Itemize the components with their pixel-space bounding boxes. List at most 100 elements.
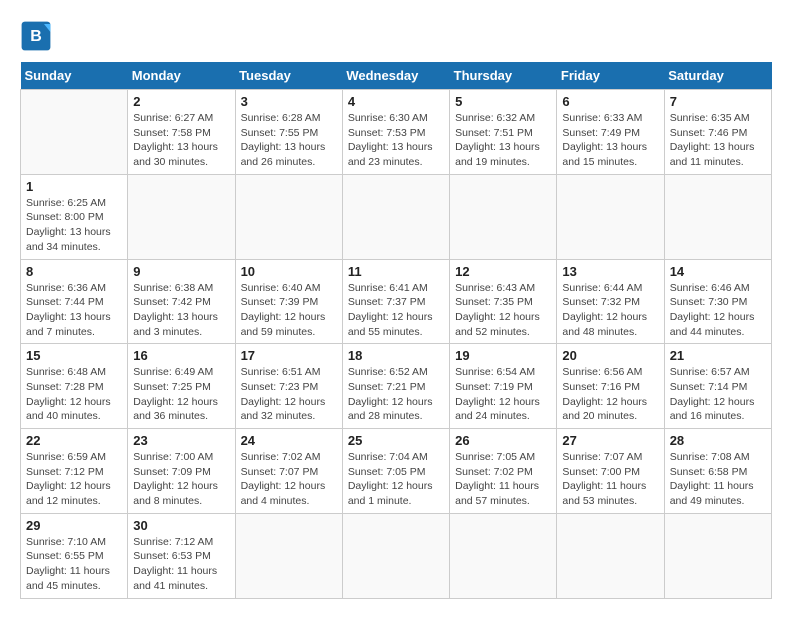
day-info: Sunrise: 6:51 AM Sunset: 7:23 PM Dayligh…: [241, 365, 337, 424]
calendar-cell: 13 Sunrise: 6:44 AM Sunset: 7:32 PM Dayli…: [557, 259, 664, 344]
day-info: Sunrise: 7:04 AM Sunset: 7:05 PM Dayligh…: [348, 450, 444, 509]
day-info: Sunrise: 6:59 AM Sunset: 7:12 PM Dayligh…: [26, 450, 122, 509]
day-info: Sunrise: 6:40 AM Sunset: 7:39 PM Dayligh…: [241, 281, 337, 340]
calendar-cell: 9Sunrise: 6:38 AM Sunset: 7:42 PM Daylig…: [128, 259, 235, 344]
day-number: 28: [670, 433, 766, 448]
day-number: 16: [133, 348, 229, 363]
day-info: Sunrise: 6:35 AM Sunset: 7:46 PM Dayligh…: [670, 111, 766, 170]
calendar-cell: [664, 513, 771, 598]
day-info: Sunrise: 6:57 AM Sunset: 7:14 PM Dayligh…: [670, 365, 766, 424]
calendar-cell: 10 Sunrise: 6:40 AM Sunset: 7:39 PM Dayli…: [235, 259, 342, 344]
calendar-cell: [664, 174, 771, 259]
calendar-cell: [450, 174, 557, 259]
calendar-cell: 23 Sunrise: 7:00 AM Sunset: 7:09 PM Dayli…: [128, 429, 235, 514]
day-number: 4: [348, 94, 444, 109]
calendar-cell: 4 Sunrise: 6:30 AM Sunset: 7:53 PM Daylig…: [342, 90, 449, 175]
calendar-cell: 14Sunrise: 6:46 AM Sunset: 7:30 PM Dayli…: [664, 259, 771, 344]
day-info: Sunrise: 6:52 AM Sunset: 7:21 PM Dayligh…: [348, 365, 444, 424]
day-number: 11: [348, 264, 444, 279]
day-number: 17: [241, 348, 337, 363]
weekday-header-wednesday: Wednesday: [342, 62, 449, 90]
day-number: 20: [562, 348, 658, 363]
calendar-cell: 5Sunrise: 6:32 AM Sunset: 7:51 PM Daylig…: [450, 90, 557, 175]
day-info: Sunrise: 6:49 AM Sunset: 7:25 PM Dayligh…: [133, 365, 229, 424]
day-number: 21: [670, 348, 766, 363]
day-info: Sunrise: 6:46 AM Sunset: 7:30 PM Dayligh…: [670, 281, 766, 340]
calendar-cell: 17 Sunrise: 6:51 AM Sunset: 7:23 PM Dayli…: [235, 344, 342, 429]
calendar-cell: 26Sunrise: 7:05 AM Sunset: 7:02 PM Dayli…: [450, 429, 557, 514]
calendar-body: 2Sunrise: 6:27 AM Sunset: 7:58 PM Daylig…: [21, 90, 772, 599]
weekday-header-friday: Friday: [557, 62, 664, 90]
day-info: Sunrise: 7:00 AM Sunset: 7:09 PM Dayligh…: [133, 450, 229, 509]
day-number: 30: [133, 518, 229, 533]
day-number: 23: [133, 433, 229, 448]
calendar-cell: 29 Sunrise: 7:10 AM Sunset: 6:55 PM Dayli…: [21, 513, 128, 598]
calendar-cell: 12Sunrise: 6:43 AM Sunset: 7:35 PM Dayli…: [450, 259, 557, 344]
day-info: Sunrise: 6:48 AM Sunset: 7:28 PM Dayligh…: [26, 365, 122, 424]
day-info: Sunrise: 7:12 AM Sunset: 6:53 PM Dayligh…: [133, 535, 229, 594]
day-info: Sunrise: 6:33 AM Sunset: 7:49 PM Dayligh…: [562, 111, 658, 170]
calendar-cell: 15 Sunrise: 6:48 AM Sunset: 7:28 PM Dayli…: [21, 344, 128, 429]
calendar-cell: [342, 174, 449, 259]
day-number: 3: [241, 94, 337, 109]
calendar-cell: 7 Sunrise: 6:35 AM Sunset: 7:46 PM Daylig…: [664, 90, 771, 175]
calendar-cell: [235, 174, 342, 259]
weekday-header-thursday: Thursday: [450, 62, 557, 90]
calendar-table: SundayMondayTuesdayWednesdayThursdayFrid…: [20, 62, 772, 599]
calendar-cell: 30 Sunrise: 7:12 AM Sunset: 6:53 PM Dayli…: [128, 513, 235, 598]
day-number: 24: [241, 433, 337, 448]
calendar-cell: 27 Sunrise: 7:07 AM Sunset: 7:00 PM Dayli…: [557, 429, 664, 514]
calendar-cell: [557, 174, 664, 259]
svg-text:B: B: [30, 28, 42, 45]
day-info: Sunrise: 6:56 AM Sunset: 7:16 PM Dayligh…: [562, 365, 658, 424]
calendar-cell: 21 Sunrise: 6:57 AM Sunset: 7:14 PM Dayli…: [664, 344, 771, 429]
day-number: 15: [26, 348, 122, 363]
calendar-cell: [21, 90, 128, 175]
calendar-cell: 8Sunrise: 6:36 AM Sunset: 7:44 PM Daylig…: [21, 259, 128, 344]
day-info: Sunrise: 7:08 AM Sunset: 6:58 PM Dayligh…: [670, 450, 766, 509]
day-info: Sunrise: 7:10 AM Sunset: 6:55 PM Dayligh…: [26, 535, 122, 594]
calendar-cell: 1Sunrise: 6:25 AM Sunset: 8:00 PM Daylig…: [21, 174, 128, 259]
calendar-week-5: 29 Sunrise: 7:10 AM Sunset: 6:55 PM Dayli…: [21, 513, 772, 598]
day-number: 27: [562, 433, 658, 448]
day-number: 7: [670, 94, 766, 109]
day-number: 19: [455, 348, 551, 363]
logo-icon: B: [20, 20, 52, 52]
day-number: 29: [26, 518, 122, 533]
calendar-cell: 3Sunrise: 6:28 AM Sunset: 7:55 PM Daylig…: [235, 90, 342, 175]
weekday-header-saturday: Saturday: [664, 62, 771, 90]
calendar-cell: 22 Sunrise: 6:59 AM Sunset: 7:12 PM Dayli…: [21, 429, 128, 514]
page-header: B: [20, 20, 772, 52]
calendar-cell: 20 Sunrise: 6:56 AM Sunset: 7:16 PM Dayli…: [557, 344, 664, 429]
day-number: 13: [562, 264, 658, 279]
day-info: Sunrise: 6:54 AM Sunset: 7:19 PM Dayligh…: [455, 365, 551, 424]
calendar-cell: 11Sunrise: 6:41 AM Sunset: 7:37 PM Dayli…: [342, 259, 449, 344]
calendar-cell: 19 Sunrise: 6:54 AM Sunset: 7:19 PM Dayli…: [450, 344, 557, 429]
calendar-week-3: 15 Sunrise: 6:48 AM Sunset: 7:28 PM Dayli…: [21, 344, 772, 429]
day-number: 26: [455, 433, 551, 448]
calendar-cell: 18Sunrise: 6:52 AM Sunset: 7:21 PM Dayli…: [342, 344, 449, 429]
calendar-cell: 6 Sunrise: 6:33 AM Sunset: 7:49 PM Daylig…: [557, 90, 664, 175]
calendar-week-0: 2Sunrise: 6:27 AM Sunset: 7:58 PM Daylig…: [21, 90, 772, 175]
day-info: Sunrise: 7:02 AM Sunset: 7:07 PM Dayligh…: [241, 450, 337, 509]
calendar-week-4: 22 Sunrise: 6:59 AM Sunset: 7:12 PM Dayli…: [21, 429, 772, 514]
calendar-cell: 16 Sunrise: 6:49 AM Sunset: 7:25 PM Dayli…: [128, 344, 235, 429]
calendar-cell: [342, 513, 449, 598]
calendar-cell: [557, 513, 664, 598]
weekday-header-monday: Monday: [128, 62, 235, 90]
calendar-week-2: 8Sunrise: 6:36 AM Sunset: 7:44 PM Daylig…: [21, 259, 772, 344]
calendar-cell: 25Sunrise: 7:04 AM Sunset: 7:05 PM Dayli…: [342, 429, 449, 514]
day-info: Sunrise: 6:44 AM Sunset: 7:32 PM Dayligh…: [562, 281, 658, 340]
day-number: 5: [455, 94, 551, 109]
day-number: 6: [562, 94, 658, 109]
day-info: Sunrise: 7:07 AM Sunset: 7:00 PM Dayligh…: [562, 450, 658, 509]
day-info: Sunrise: 6:30 AM Sunset: 7:53 PM Dayligh…: [348, 111, 444, 170]
day-number: 10: [241, 264, 337, 279]
day-info: Sunrise: 6:36 AM Sunset: 7:44 PM Dayligh…: [26, 281, 122, 340]
calendar-cell: [128, 174, 235, 259]
weekday-header-sunday: Sunday: [21, 62, 128, 90]
calendar-cell: 24 Sunrise: 7:02 AM Sunset: 7:07 PM Dayli…: [235, 429, 342, 514]
calendar-cell: 28 Sunrise: 7:08 AM Sunset: 6:58 PM Dayli…: [664, 429, 771, 514]
day-number: 22: [26, 433, 122, 448]
calendar-cell: [235, 513, 342, 598]
